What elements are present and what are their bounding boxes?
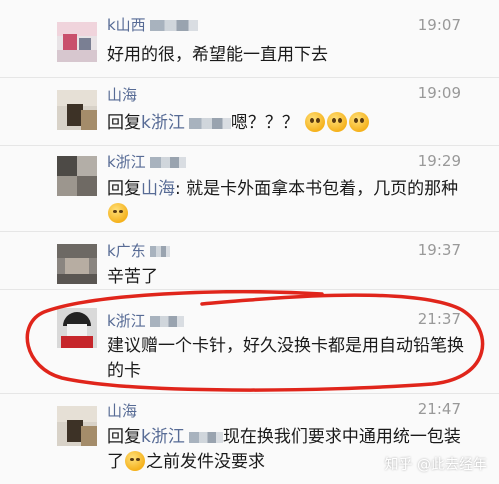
watermark: 知乎 @此去经年 (384, 457, 487, 473)
avatar[interactable] (57, 244, 97, 284)
comment-author[interactable]: k浙江 (107, 310, 184, 331)
comment-time: 19:07 (417, 16, 461, 34)
avatar[interactable] (57, 22, 97, 62)
comment-text: 回复k浙江 嗯？？？ (107, 111, 477, 136)
comment-item[interactable]: k浙江 21:37 建议赠一个卡针，好久没换卡都是用自动铅笔换的卡 (0, 290, 499, 394)
tears-of-joy-emoji (125, 451, 145, 471)
comment-item[interactable]: 山海 19:09 回复k浙江 嗯？？？ (0, 78, 499, 146)
comment-text: 建议赠一个卡针，好久没换卡都是用自动铅笔换的卡 (107, 336, 464, 381)
comment-author[interactable]: k广东 (107, 240, 170, 261)
avatar[interactable] (57, 308, 97, 348)
comment-item[interactable]: k浙江 19:29 回复山海: 就是卡外面拿本书包着，几页的那种 (0, 146, 499, 232)
comment-list: k山西 19:07 好用的很，希望能一直用下去 山海 19:09 回复k浙江 嗯？… (0, 0, 499, 484)
comment-item[interactable]: k广东 19:37 辛苦了 (0, 232, 499, 290)
reply-mention-link[interactable]: 山海 (141, 179, 175, 199)
comment-time: 21:47 (417, 400, 461, 418)
comment-author[interactable]: k浙江 (107, 151, 186, 172)
avatar[interactable] (57, 156, 97, 196)
comment-time: 19:09 (417, 84, 461, 102)
tears-of-joy-emoji (108, 203, 128, 223)
avatar[interactable] (57, 90, 97, 130)
reply-mention-link[interactable]: k浙江 (141, 113, 185, 133)
reply-mention-link[interactable]: k浙江 (141, 427, 185, 447)
dizzy-face-emoji (305, 112, 326, 132)
comment-author[interactable]: 山海 (107, 84, 137, 105)
comment-time: 21:37 (417, 310, 461, 328)
dizzy-face-emoji (327, 112, 348, 132)
comment-author[interactable]: 山海 (107, 400, 137, 421)
comment-text: 辛苦了 (107, 267, 158, 287)
comment-item[interactable]: k山西 19:07 好用的很，希望能一直用下去 (0, 0, 499, 78)
dizzy-face-emoji (349, 112, 370, 132)
comment-author[interactable]: k山西 (107, 14, 198, 35)
avatar[interactable] (57, 406, 97, 446)
comment-time: 19:37 (417, 241, 461, 259)
comment-text: 回复山海: 就是卡外面拿本书包着，几页的那种 (107, 177, 477, 227)
comment-time: 19:29 (417, 152, 461, 170)
comment-text: 好用的很，希望能一直用下去 (107, 45, 328, 65)
